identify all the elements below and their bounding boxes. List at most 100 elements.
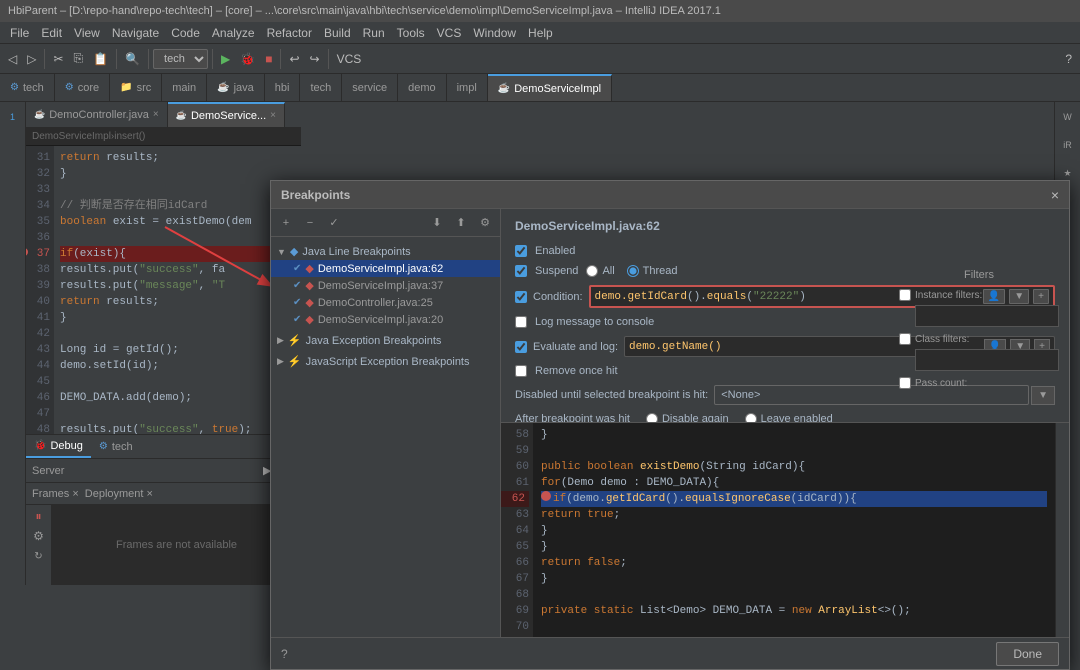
bp-all-label: All bbox=[602, 265, 614, 277]
toolbar-vcs-btn[interactable]: VCS bbox=[333, 50, 366, 68]
bp-export-btn[interactable]: ⬇ bbox=[426, 212, 448, 234]
bp-log-checkbox[interactable] bbox=[515, 316, 527, 328]
irebel-icon[interactable]: ↻ bbox=[32, 549, 46, 563]
code-line-37: if(exist){ bbox=[60, 246, 295, 262]
debug-tab-tech[interactable]: ⚙ tech bbox=[91, 435, 141, 458]
toolbar-forward-btn[interactable]: ▷ bbox=[23, 50, 40, 68]
bp-group-js-exception-header[interactable]: ▶ ⚡ JavaScript Exception Breakpoints bbox=[271, 353, 500, 370]
toolbar-redo-btn[interactable]: ↪ bbox=[306, 50, 324, 68]
menu-window[interactable]: Window bbox=[467, 24, 522, 42]
menu-build[interactable]: Build bbox=[318, 24, 357, 42]
bp-group-java-line-header[interactable]: ▼ ◆ Java Line Breakpoints bbox=[271, 243, 500, 260]
toolbar-run-btn[interactable]: ▶ bbox=[217, 50, 234, 68]
pause-btn[interactable]: ⏸ bbox=[32, 509, 46, 523]
bp-evaluate-checkbox[interactable] bbox=[515, 341, 527, 353]
toolbar-help-btn[interactable]: ? bbox=[1061, 50, 1076, 68]
class-filters-checkbox[interactable] bbox=[899, 333, 911, 345]
dialog-done-btn[interactable]: Done bbox=[996, 642, 1059, 666]
instance-filters-input[interactable] bbox=[915, 305, 1059, 327]
tab-src[interactable]: 📁 src bbox=[110, 74, 162, 101]
exception-icon: ⚡ bbox=[288, 334, 302, 347]
toolbar-cut-btn[interactable]: ✂ bbox=[49, 50, 67, 68]
bp-thread-radio[interactable] bbox=[627, 265, 639, 277]
bp-suspend-checkbox[interactable] bbox=[515, 265, 527, 277]
bp-thread-radio-label[interactable]: Thread bbox=[627, 265, 678, 277]
bp-item-1[interactable]: ✔ ◆ DemoServiceImpl.java:37 bbox=[271, 277, 500, 294]
toolbar-undo-btn[interactable]: ↩ bbox=[285, 50, 303, 68]
close-icon[interactable]: × bbox=[153, 109, 159, 120]
debug-tab-debug[interactable]: 🐞 Debug bbox=[26, 435, 91, 458]
menu-vcs[interactable]: VCS bbox=[431, 24, 468, 42]
dialog-help-btn[interactable]: ? bbox=[281, 647, 288, 661]
class-filters-input[interactable] bbox=[915, 349, 1059, 371]
bp-item-2[interactable]: ✔ ◆ DemoController.java:25 bbox=[271, 294, 500, 311]
bp-remove-btn[interactable]: − bbox=[299, 212, 321, 234]
file-tab-democontroller[interactable]: ☕ DemoController.java × bbox=[26, 102, 168, 127]
instance-filters-checkbox[interactable] bbox=[899, 289, 911, 301]
bp-all-radio-label[interactable]: All bbox=[586, 265, 614, 277]
java-bp-icon: ◆ bbox=[290, 245, 298, 258]
bp-all-radio[interactable] bbox=[586, 265, 598, 277]
tab-tech[interactable]: ⚙ tech bbox=[0, 74, 55, 101]
bp-settings-btn[interactable]: ⚙ bbox=[474, 212, 496, 234]
menu-view[interactable]: View bbox=[68, 24, 106, 42]
bp-disable-again-radio[interactable] bbox=[646, 413, 658, 422]
toolbar-back-btn[interactable]: ◁ bbox=[4, 50, 21, 68]
dialog-close-btn[interactable]: × bbox=[1051, 187, 1059, 203]
tab-demoserviceimpl[interactable]: ☕ DemoServiceImpl bbox=[488, 74, 612, 101]
bp-add-btn[interactable]: + bbox=[275, 212, 297, 234]
bp-leave-enabled-radio[interactable] bbox=[745, 413, 757, 422]
toolbar-debug-btn[interactable]: 🐞 bbox=[236, 50, 259, 68]
settings-icon[interactable]: ⚙ bbox=[32, 529, 46, 543]
pass-count-checkbox[interactable] bbox=[899, 377, 911, 389]
leave-enabled-label[interactable]: Leave enabled bbox=[745, 413, 833, 422]
bp-condition-checkbox[interactable] bbox=[515, 291, 527, 303]
bp-import-btn[interactable]: ⬆ bbox=[450, 212, 472, 234]
menu-tools[interactable]: Tools bbox=[391, 24, 431, 42]
bp-item-0[interactable]: ✔ ◆ DemoServiceImpl.java:62 bbox=[271, 260, 500, 277]
code-line-66: return false; bbox=[541, 555, 1047, 571]
tab-service[interactable]: service bbox=[342, 74, 398, 101]
tab-core[interactable]: ⚙ core bbox=[55, 74, 110, 101]
tab-demo[interactable]: demo bbox=[398, 74, 447, 101]
menu-file[interactable]: File bbox=[4, 24, 35, 42]
tab-main[interactable]: main bbox=[162, 74, 207, 101]
toolbar-tech-dropdown[interactable]: tech bbox=[153, 49, 208, 69]
server-label: Server bbox=[32, 465, 64, 477]
menu-edit[interactable]: Edit bbox=[35, 24, 68, 42]
menu-refactor[interactable]: Refactor bbox=[261, 24, 318, 42]
bp-group-java-exception-header[interactable]: ▶ ⚡ Java Exception Breakpoints bbox=[271, 332, 500, 349]
close-icon2[interactable]: × bbox=[270, 110, 276, 121]
tab-tech-label: tech bbox=[23, 82, 44, 94]
menu-code[interactable]: Code bbox=[165, 24, 206, 42]
toolbar-paste-btn[interactable]: 📋 bbox=[89, 50, 112, 68]
breakpoints-dialog: Breakpoints × + − ✓ ⬇ ⬆ ⚙ bbox=[270, 180, 1070, 670]
toolbar-stop-btn[interactable]: ■ bbox=[261, 50, 276, 68]
code-line: DEMO_DATA.add(demo); bbox=[60, 390, 295, 406]
toolbar-search-btn[interactable]: 🔍 bbox=[121, 50, 144, 68]
sidebar-project-icon[interactable]: 1 bbox=[2, 106, 24, 128]
tab-tech2[interactable]: tech bbox=[300, 74, 342, 101]
tab-java[interactable]: ☕ java bbox=[207, 74, 265, 101]
class-filters-label: Class filters: bbox=[915, 334, 969, 345]
bp-remove-once-checkbox[interactable] bbox=[515, 365, 527, 377]
bp-evaluate-label: Evaluate and log: bbox=[533, 341, 618, 353]
menu-run[interactable]: Run bbox=[357, 24, 391, 42]
dialog-body: + − ✓ ⬇ ⬆ ⚙ ▼ ◆ Java Line Breakpoints bbox=[271, 209, 1069, 637]
bp-enabled-checkbox[interactable] bbox=[515, 245, 527, 257]
toolbar-copy-btn[interactable]: ⎘ bbox=[70, 49, 88, 68]
menu-analyze[interactable]: Analyze bbox=[206, 24, 261, 42]
code-scrollbar[interactable] bbox=[1055, 423, 1069, 637]
tab-impl[interactable]: impl bbox=[447, 74, 488, 101]
menu-help[interactable]: Help bbox=[522, 24, 559, 42]
bp-enable-btn[interactable]: ✓ bbox=[323, 212, 345, 234]
disable-again-label[interactable]: Disable again bbox=[646, 413, 729, 422]
bp-item-3[interactable]: ✔ ◆ DemoServiceImpl.java:20 bbox=[271, 311, 500, 328]
file-tab-demoserviceimpl[interactable]: ☕ DemoService... × bbox=[168, 102, 285, 127]
sidebar-web-icon[interactable]: W bbox=[1057, 106, 1079, 128]
tab-hbi[interactable]: hbi bbox=[265, 74, 301, 101]
editor-area: 3132333435 36 37 3839404142 434445464748… bbox=[26, 146, 301, 434]
menu-navigate[interactable]: Navigate bbox=[106, 24, 165, 42]
code-line-68 bbox=[541, 587, 1047, 603]
sidebar-irebel-icon[interactable]: iR bbox=[1057, 134, 1079, 156]
